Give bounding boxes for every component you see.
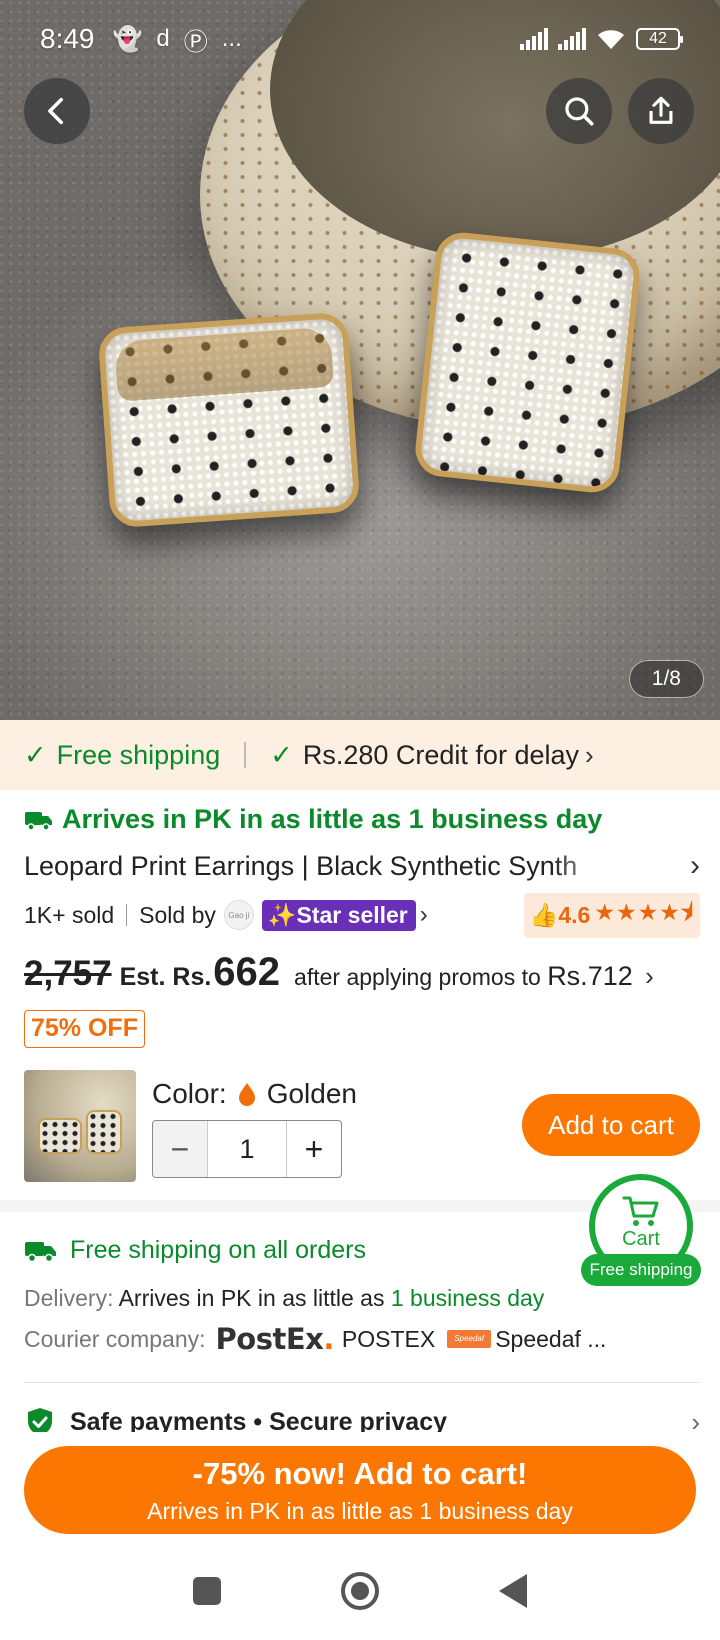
notification-d: d [156,25,170,52]
bottom-cta-bar: -75% now! Add to cart! Arrives in PK in … [0,1432,720,1542]
earring-right [412,229,643,496]
divider [244,742,247,768]
arrival-banner: Arrives in PK in as little as 1 business… [24,804,602,835]
earring-left [97,311,361,529]
chevron-right-icon: › [645,961,654,991]
back-nav-button[interactable] [499,1574,527,1608]
shop-logo[interactable]: Gao ji [223,900,254,930]
increment-button[interactable]: + [287,1121,341,1177]
cta-subline: Arrives in PK in as little as 1 business… [147,1498,573,1524]
cart-icon [622,1196,659,1226]
price-row[interactable]: 2,757 Est. Rs. 662 after applying promos… [24,950,704,1006]
rating-stars: ★★★★⯨ [594,898,694,925]
postex-logo: PostEx. [215,1322,335,1356]
add-to-cart-cta[interactable]: -75% now! Add to cart! Arrives in PK in … [24,1446,696,1534]
chevron-right-icon: › [585,739,594,770]
truck-icon [25,811,52,831]
signal-icon [520,28,548,50]
star-seller-badge[interactable]: ✨Star seller [261,899,416,931]
speedaf-logo: Speedaf [447,1330,492,1348]
promo-strip[interactable]: ✓ Free shipping ✓ Rs.280 Credit for dela… [0,720,720,790]
product-title: Leopard Print Earrings | Black Synthetic… [24,850,578,881]
status-time: 8:49 [40,23,95,54]
rating-badge[interactable]: 👍 4.6 ★★★★⯨ [523,892,700,938]
chevron-right-icon[interactable]: › [420,901,428,929]
wifi-icon [598,30,624,49]
free-shipping-badge: Free shipping [581,1254,701,1286]
share-button[interactable] [628,78,694,144]
courier-name-speedaf: Speedaf ... [495,1325,607,1352]
est-label: Est. Rs. [119,963,212,991]
battery-icon: 42 [636,28,683,50]
chevron-left-icon [48,97,64,125]
free-shipping-promo: ✓ Free shipping [24,739,221,770]
search-icon [565,97,594,126]
star-icon: ✨ [267,901,297,928]
decrement-button[interactable]: − [153,1121,207,1177]
check-icon: ✓ [270,739,293,770]
back-button[interactable] [24,78,90,144]
rating-value: 4.6 [558,901,591,928]
delivery-info: Delivery: Arrives in PK in as little as … [24,1285,545,1311]
discount-badge: 75% OFF [24,1010,145,1048]
divider [126,904,128,926]
signal-icon-2 [558,28,586,50]
promo-price: Rs.712 [547,961,633,991]
variant-thumbnail[interactable] [24,1070,136,1182]
more-notifications: ... [221,25,242,52]
home-button[interactable] [341,1572,379,1610]
courier-name-postex: POSTEX [341,1325,436,1352]
seller-row: 1K+ sold Sold by Gao ji ✨Star seller › 👍… [24,892,700,938]
chevron-right-icon: › [690,849,700,882]
pinterest-icon: Ⓟ [183,28,208,56]
variant-selector: Color: Golden − 1 + Add to cart [24,1070,700,1182]
original-price: 2,757 [24,954,112,993]
recent-apps-button[interactable] [193,1577,221,1605]
quantity-stepper: − 1 + [152,1120,342,1178]
credit-promo[interactable]: ✓ Rs.280 Credit for delay › [270,740,593,771]
search-button[interactable] [546,78,612,144]
image-counter: 1/8 [628,660,704,698]
check-icon: ✓ [24,739,47,770]
quantity-value[interactable]: 1 [207,1121,287,1177]
share-icon [649,96,673,124]
product-title-row[interactable]: Leopard Print Earrings | Black Synthetic… [24,848,700,884]
color-label: Color: Golden [152,1078,357,1109]
cta-headline: -75% now! Add to cart! [192,1456,528,1491]
product-image[interactable] [0,0,720,720]
floating-cart-button[interactable]: Cart Free shipping [581,1174,701,1286]
add-to-cart-button[interactable]: Add to cart [522,1094,700,1156]
courier-info: Courier company: PostEx. POSTEX Speedaf … [24,1322,607,1356]
status-bar: 8:49 👻 d Ⓟ ... 42 [0,0,720,78]
color-value: Golden [266,1078,357,1109]
current-price: 662 [213,950,281,994]
truck-icon [25,1241,56,1262]
system-navigation-bar [0,1542,720,1640]
thumbs-up-icon: 👍 [529,901,559,928]
sold-by-label: Sold by [139,901,216,928]
sold-count: 1K+ sold [24,901,115,928]
cart-label: Cart [622,1228,660,1250]
divider [24,1382,700,1383]
snapchat-icon: 👻 [112,25,143,53]
flame-icon [238,1083,255,1106]
promo-price-text: after applying promos to Rs.712 › [294,961,654,991]
